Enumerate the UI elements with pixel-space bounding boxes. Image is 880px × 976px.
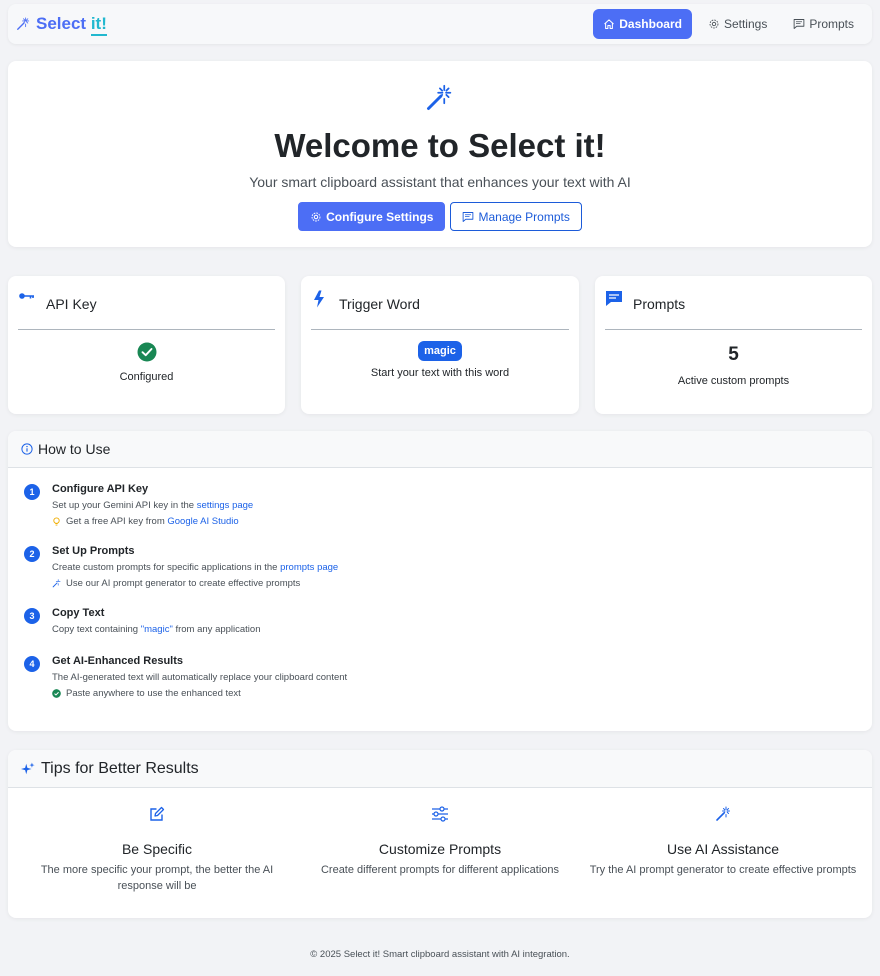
tip-use-ai-assistance: Use AI Assistance Try the AI prompt gene… (583, 806, 863, 878)
api-key-card: API Key Configured (8, 276, 285, 414)
sliders-icon (300, 806, 580, 826)
lightbulb-icon (52, 517, 61, 526)
info-circle-icon (21, 443, 33, 455)
nav-prompts-label: Prompts (809, 17, 854, 31)
step-title: Set Up Prompts (52, 545, 135, 557)
how-to-use-card: How to Use 1 Configure API Key Set up yo… (8, 431, 872, 731)
tips-title: Tips for Better Results (41, 759, 199, 777)
key-icon (18, 290, 36, 308)
magic-wand-icon (583, 806, 863, 826)
step-desc: The AI-generated text will automatically… (52, 672, 348, 683)
api-key-title: API Key (46, 296, 97, 312)
tip-desc: Try the AI prompt generator to create ef… (589, 864, 857, 876)
prompts-card: Prompts 5 Active custom prompts (595, 276, 872, 414)
tip-desc: Create different prompts for different a… (320, 864, 560, 876)
tips-card: Tips for Better Results Be Specific The … (8, 750, 872, 918)
prompts-page-link[interactable]: prompts page (280, 562, 338, 573)
tip-title: Customize Prompts (378, 841, 502, 857)
step-2: 2 Set Up Prompts Create custom prompts f… (24, 545, 338, 589)
step-4: 4 Get AI-Enhanced Results The AI-generat… (24, 655, 347, 699)
brand[interactable]: Select it! (16, 14, 107, 36)
pencil-square-icon (17, 806, 297, 826)
prompts-desc: Active custom prompts (677, 375, 790, 387)
step-desc: Create custom prompts for specific appli… (52, 562, 339, 573)
magic-wand-icon (52, 579, 61, 588)
prompts-count: 5 (728, 344, 739, 365)
page-title: Welcome to Select it! (274, 127, 606, 164)
tip-desc: The more specific your prompt, the bette… (40, 864, 274, 892)
how-to-use-header: How to Use (8, 431, 872, 468)
step-3: 3 Copy Text Copy text containing "magic"… (24, 607, 261, 640)
nav-settings[interactable]: Settings (698, 9, 777, 39)
sparkles-icon (21, 761, 35, 776)
chat-lines-icon (793, 18, 805, 30)
prompts-title: Prompts (633, 296, 686, 312)
tip-be-specific: Be Specific The more specific your promp… (17, 806, 297, 894)
settings-page-link[interactable]: settings page (197, 500, 254, 511)
manage-prompts-label: Manage Prompts (478, 209, 570, 224)
trigger-word-title: Trigger Word (339, 296, 420, 312)
check-circle-icon (8, 342, 285, 362)
trigger-word-badge: magic (418, 341, 462, 361)
trigger-word-card: Trigger Word magic Start your text with … (301, 276, 579, 414)
nav-dashboard[interactable]: Dashboard (593, 9, 692, 39)
step-title: Get AI-Enhanced Results (52, 655, 184, 667)
step-hint: Paste anywhere to use the enhanced text (52, 688, 347, 699)
main-nav: Dashboard Settings Prompts (593, 9, 864, 39)
trigger-word-card-header: Trigger Word (311, 290, 569, 330)
hero-actions: Configure Settings Manage Prompts (8, 202, 872, 231)
trigger-word-body: magic Start your text with this word (301, 341, 579, 379)
tips-header: Tips for Better Results (8, 750, 872, 788)
chat-lines-icon (605, 290, 623, 308)
navbar: Select it! Dashboard Settings Prompts (8, 4, 872, 44)
tip-title: Use AI Assistance (666, 841, 780, 857)
step-number: 4 (24, 656, 40, 672)
how-to-use-title: How to Use (38, 441, 111, 457)
step-1: 1 Configure API Key Set up your Gemini A… (24, 483, 253, 527)
footer: © 2025 Select it! Smart clipboard assist… (310, 949, 570, 960)
api-key-body: Configured (8, 342, 285, 383)
nav-dashboard-label: Dashboard (619, 17, 682, 31)
step-desc: Copy text containing "magic" from any ap… (52, 624, 261, 635)
page-subtitle: Your smart clipboard assistant that enha… (249, 174, 631, 190)
magic-wand-icon (16, 17, 30, 31)
lightning-icon (311, 290, 329, 308)
hero-card: Welcome to Select it! Your smart clipboa… (8, 61, 872, 247)
prompts-card-header: Prompts (605, 290, 862, 330)
nav-settings-label: Settings (723, 17, 768, 31)
step-title: Configure API Key (52, 483, 149, 495)
tip-title: Be Specific (121, 841, 193, 857)
api-key-card-header: API Key (18, 290, 275, 330)
trigger-word-code: "magic" (140, 624, 173, 635)
step-number: 3 (24, 608, 40, 624)
api-key-status: Configured (119, 371, 174, 383)
step-desc: Set up your Gemini API key in the settin… (52, 500, 254, 511)
gear-icon (708, 18, 720, 30)
prompts-body: 5 Active custom prompts (595, 344, 872, 387)
step-title: Copy Text (52, 607, 105, 619)
trigger-word-desc: Start your text with this word (370, 367, 510, 379)
configure-settings-label: Configure Settings (326, 209, 434, 224)
step-hint: Get a free API key from Google AI Studio (52, 516, 253, 527)
step-number: 1 (24, 484, 40, 500)
brand-name: Select it! (36, 14, 107, 36)
tip-customize-prompts: Customize Prompts Create different promp… (300, 806, 580, 878)
magic-wand-icon (425, 84, 453, 112)
step-number: 2 (24, 546, 40, 562)
google-ai-studio-link[interactable]: Google AI Studio (167, 516, 238, 527)
nav-prompts[interactable]: Prompts (783, 9, 864, 39)
configure-settings-button[interactable]: Configure Settings (298, 202, 446, 231)
chat-lines-icon (462, 211, 474, 223)
manage-prompts-button[interactable]: Manage Prompts (450, 202, 582, 231)
house-icon (603, 18, 615, 30)
step-hint: Use our AI prompt generator to create ef… (52, 578, 338, 589)
gear-icon (310, 211, 322, 223)
check-circle-icon (52, 689, 61, 698)
